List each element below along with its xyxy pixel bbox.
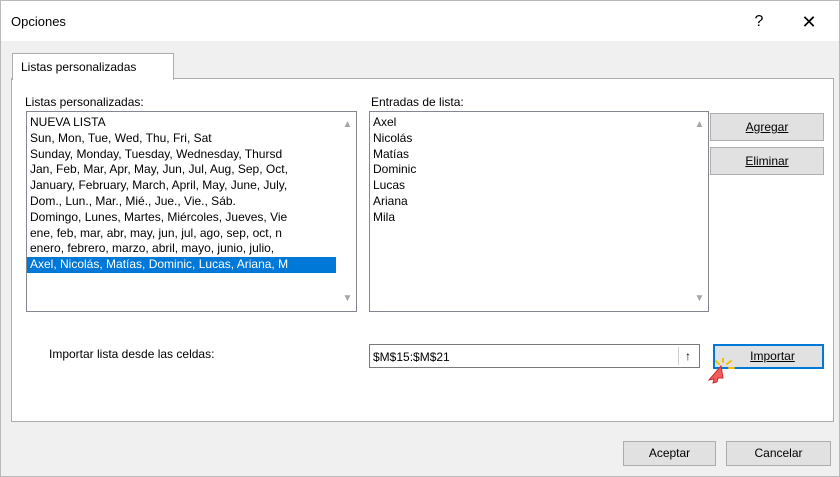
entry-item: Lucas (373, 178, 406, 193)
aceptar-button[interactable]: Aceptar (623, 441, 716, 466)
cancelar-button[interactable]: Cancelar (726, 441, 831, 466)
eliminar-button[interactable]: Eliminar (710, 147, 824, 175)
list-item-selected[interactable]: Axel, Nicolás, Matías, Dominic, Lucas, A… (27, 257, 336, 273)
tab-listas-personalizadas[interactable]: Listas personalizadas (12, 53, 174, 80)
collapse-dialog-icon[interactable]: ↑ (678, 347, 697, 365)
custom-lists-listbox[interactable]: NUEVA LISTA Sun, Mon, Tue, Wed, Thu, Fri… (26, 111, 357, 312)
agregar-button[interactable]: Agregar (710, 113, 824, 141)
list-entries-label: Entradas de lista: (371, 95, 464, 109)
options-dialog: Opciones ? ✕ Listas personalizadas Lista… (0, 0, 840, 477)
click-cursor-icon (707, 358, 735, 384)
import-range-input[interactable]: $M$15:$M$21 ↑ (369, 344, 700, 368)
scroll-up-icon[interactable]: ▲ (691, 116, 708, 133)
import-label: Importar lista desde las celdas: (49, 347, 215, 361)
import-range-value[interactable]: $M$15:$M$21 (373, 350, 450, 364)
list-item[interactable]: Sunday, Monday, Tuesday, Wednesday, Thur… (27, 147, 356, 163)
title-bar: Opciones ? ✕ (1, 1, 839, 41)
list-item[interactable]: Jan, Feb, Mar, Apr, May, Jun, Jul, Aug, … (27, 162, 356, 178)
list-item[interactable]: January, February, March, April, May, Ju… (27, 178, 356, 194)
custom-lists-scrollbar[interactable]: ▲ ▼ (339, 112, 356, 311)
custom-lists-label: Listas personalizadas: (25, 95, 144, 109)
entry-item: Nicolás (373, 130, 413, 145)
scroll-up-icon[interactable]: ▲ (339, 116, 356, 133)
list-item[interactable]: NUEVA LISTA (27, 115, 356, 131)
scroll-down-icon[interactable]: ▼ (691, 290, 708, 307)
importar-label: Importar (750, 349, 795, 363)
entry-item: Mila (373, 209, 396, 224)
close-button[interactable]: ✕ (791, 9, 827, 35)
eliminar-label: Eliminar (745, 154, 789, 168)
scroll-down-icon[interactable]: ▼ (339, 290, 356, 307)
list-item[interactable]: Dom., Lun., Mar., Mié., Jue., Vie., Sáb. (27, 194, 356, 210)
entry-item: Matías (373, 146, 410, 161)
list-entries-textarea[interactable]: Axel Nicolás Matías Dominic Lucas Ariana… (369, 111, 709, 312)
list-item[interactable]: ene, feb, mar, abr, may, jun, jul, ago, … (27, 226, 356, 242)
tab-label: Listas personalizadas (21, 60, 137, 74)
agregar-label: Agregar (745, 120, 789, 134)
entries-scrollbar[interactable]: ▲ ▼ (691, 112, 708, 311)
help-button[interactable]: ? (741, 9, 777, 35)
entry-item: Ariana (373, 193, 408, 208)
dialog-title: Opciones (11, 14, 66, 29)
aceptar-label: Aceptar (648, 446, 691, 460)
entry-item: Axel (373, 115, 397, 129)
list-item[interactable]: Domingo, Lunes, Martes, Miércoles, Jueve… (27, 210, 356, 226)
list-item[interactable]: Sun, Mon, Tue, Wed, Thu, Fri, Sat (27, 131, 356, 147)
list-item[interactable]: enero, febrero, marzo, abril, mayo, juni… (27, 241, 356, 257)
cancelar-label: Cancelar (754, 446, 803, 460)
entry-item: Dominic (373, 162, 417, 177)
